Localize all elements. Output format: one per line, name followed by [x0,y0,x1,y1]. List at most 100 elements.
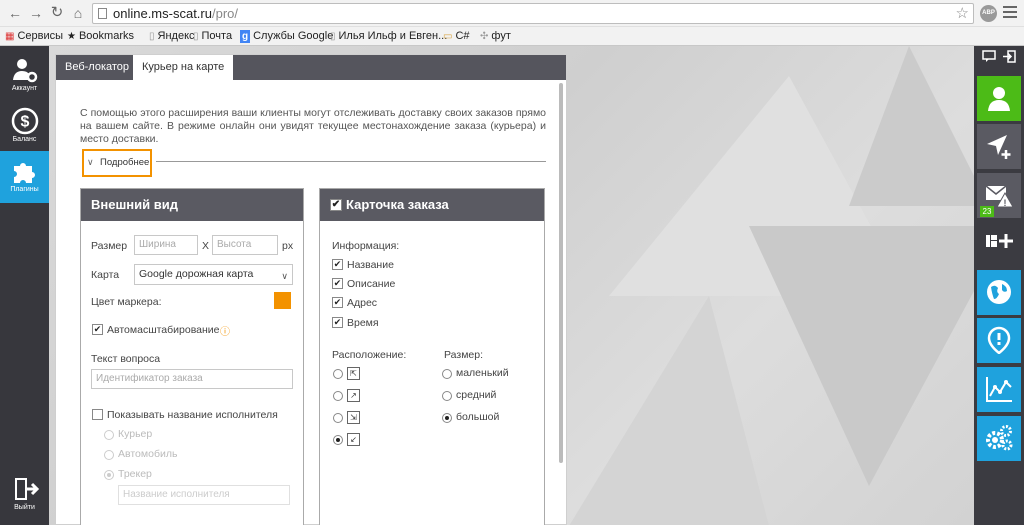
map-button[interactable] [977,270,1021,315]
autoscale-label: Автомасштабирование [107,324,220,336]
map-select[interactable]: Google дорожная карта ∨ [134,264,293,285]
bookmark-yandex[interactable]: ▯ Яндекс [149,30,195,43]
info-description-checkbox[interactable]: ✔ [332,278,343,289]
scrollbar[interactable] [559,83,563,463]
bookmarks-bar: ▦ Сервисы ★ Bookmarks ▯ Яндекс ▯ Почта g Служ… [0,27,1024,46]
home-icon[interactable]: ⌂ [69,4,87,22]
sidebar-item-account[interactable]: Аккаунт [0,50,49,100]
corner-top-left-icon: ⇱ [347,367,360,380]
browser-toolbar: ← → ↻ ⌂ online.ms-scat.ru/pro/ ☆ ABP [0,0,1024,27]
info-address-checkbox[interactable]: ✔ [332,297,343,308]
star-icon: ★ [67,31,76,42]
performer-courier-label: Курьер [118,428,153,440]
info-address-label: Адрес [347,297,378,309]
alerts-button[interactable]: ! 23 [977,173,1021,218]
bookmark-mail[interactable]: ▯ Почта [193,30,232,43]
marker-color-swatch[interactable] [274,292,291,309]
plugin-description: С помощью этого расширения ваши клиенты … [80,107,546,145]
performer-radio-car[interactable] [104,450,114,460]
position-radio-bottom-left[interactable] [333,435,343,445]
bookmark-bookmarks[interactable]: ★ Bookmarks [67,30,134,43]
apps-icon: ▦ [5,31,15,42]
size-label: Размер [91,240,128,252]
performer-radio-courier[interactable] [104,430,114,440]
sidebar-item-balance[interactable]: $ Баланс [0,101,49,151]
notification-count-badge: 23 [980,206,994,217]
size-medium-label: средний [456,389,497,401]
size-radio-medium[interactable] [442,391,452,401]
chart-icon [986,377,1012,402]
autoscale-checkbox[interactable]: ✔ [92,324,103,335]
info-time-label: Время [347,317,379,329]
info-time-checkbox[interactable]: ✔ [332,317,343,328]
width-input[interactable]: Ширина [134,235,198,255]
bookmark-star-icon[interactable]: ☆ [956,5,969,22]
question-label: Текст вопроса [91,353,161,365]
appearance-card: Внешний вид Размер Ширина X Высота px Ка… [80,188,304,525]
account-gear-icon [12,59,37,83]
forward-icon[interactable]: → [27,4,45,22]
show-performer-checkbox[interactable] [92,409,103,420]
browser-menu-icon[interactable] [1003,6,1017,21]
bookmark-services[interactable]: ▦ Сервисы [5,30,63,43]
contacts-button[interactable] [977,76,1021,121]
bookmark-ilf[interactable]: ▯ Илья Ильф и Евген... [330,30,447,43]
bookmark-csharp[interactable]: ▭ C# [443,30,470,43]
performer-name-input[interactable]: Название исполнителя [118,485,290,505]
size-small-label: маленький [456,367,509,379]
tab-bar: Веб-локатор Курьер на карте [56,55,566,80]
position-label: Расположение: [332,349,407,361]
question-input[interactable]: Идентификатор заказа [91,369,293,389]
position-radio-top-left[interactable] [333,369,343,379]
adblock-icon[interactable]: ABP [980,5,997,22]
position-radio-top-right[interactable] [333,391,343,401]
position-radio-bottom-right[interactable] [333,413,343,423]
info-name-checkbox[interactable]: ✔ [332,259,343,270]
height-input[interactable]: Высота [212,235,278,255]
tab-courier-on-map[interactable]: Курьер на карте [133,55,234,80]
order-card: ✔ Карточка заказа Информация: ✔ Название… [319,188,545,525]
plugin-panel: Веб-локатор Курьер на карте С помощью эт… [55,54,567,525]
info-description-label: Описание [347,278,396,290]
reload-icon[interactable]: ↻ [48,4,66,22]
back-icon[interactable]: ← [6,4,24,22]
right-sidebar: ! 23 [974,46,1024,525]
help-icon[interactable]: ⓘ [220,323,230,338]
mail-alert-icon: ! [985,185,1013,208]
settings-button[interactable] [977,416,1021,461]
puzzle-icon [13,163,35,183]
tab-web-locator[interactable]: Веб-локатор [56,55,138,80]
size-radio-large[interactable] [442,413,452,423]
page-icon: ✣ [480,31,489,42]
logout-button[interactable]: Выйти [0,469,49,519]
show-performer-label: Показывать название исполнителя [107,409,278,421]
corner-bottom-left-icon: ↙ [347,433,360,446]
bookmark-fut[interactable]: ✣ фут [480,30,511,43]
globe-icon [987,280,1011,304]
feedback-icon[interactable] [982,50,996,63]
login-icon[interactable] [1002,50,1016,63]
order-card-checkbox[interactable]: ✔ [330,199,342,211]
reports-button[interactable] [977,367,1021,412]
info-name-label: Название [347,259,394,271]
size-radio-small[interactable] [442,369,452,379]
dollar-icon: $ [11,107,38,135]
address-bar[interactable]: online.ms-scat.ru/pro/ ☆ [92,3,974,24]
add-location-button[interactable] [977,124,1021,169]
corner-bottom-right-icon: ⇲ [347,411,360,424]
google-icon: g [240,30,251,43]
page-icon: ▯ [193,31,199,42]
add-widget-button[interactable] [977,224,1021,264]
appearance-title: Внешний вид [81,189,303,221]
performer-radio-tracker[interactable] [104,470,114,480]
page-icon: ▯ [149,31,155,42]
order-card-title: ✔ Карточка заказа [320,189,544,221]
bookmark-google-services[interactable]: g Службы Google [240,30,333,43]
more-toggle[interactable]: ∨ Подробнее [82,149,152,177]
sidebar-item-plugins[interactable]: Плагины [0,151,49,203]
places-button[interactable] [977,318,1021,363]
px-label: px [282,240,294,252]
chevron-down-icon: ∨ [281,271,288,281]
size-large-label: большой [456,411,500,423]
chevron-down-icon: ∨ [87,157,94,167]
